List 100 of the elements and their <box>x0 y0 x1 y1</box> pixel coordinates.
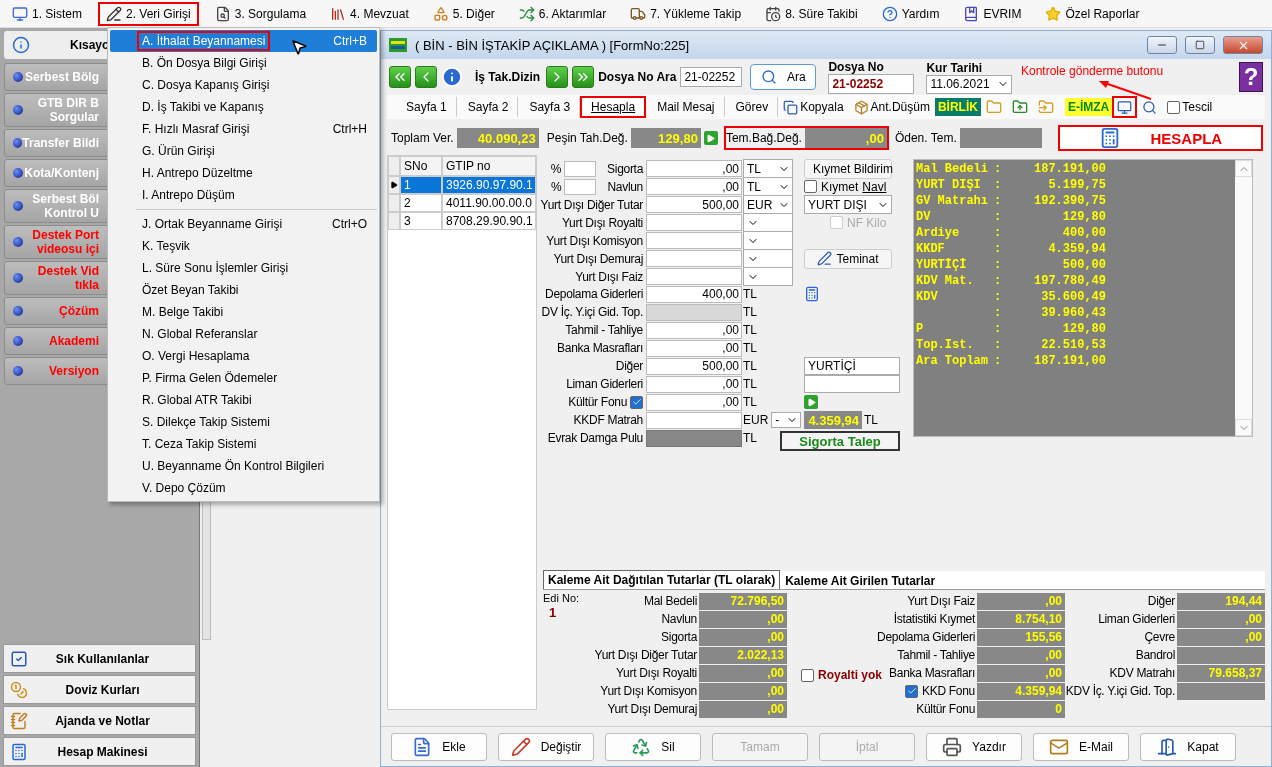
birlik-button[interactable]: BİRLİK <box>934 98 981 116</box>
date-select[interactable]: 11.06.2021 <box>926 74 1013 94</box>
menu-item[interactable]: R. Global ATR Takibi <box>110 389 377 411</box>
copy-button[interactable]: Kopyala <box>778 96 849 118</box>
menu-item[interactable]: 2. Veri Girişi <box>98 1 199 26</box>
info-icon[interactable] <box>441 66 463 88</box>
field-label: Çevre <box>1144 630 1175 644</box>
amount-value: 8.754,10 <box>977 610 1065 628</box>
dosya-no-field[interactable]: 21-02252 <box>828 74 915 94</box>
menu-item[interactable]: T. Ceza Takip Sistemi <box>110 433 377 455</box>
sigorta-talep-button[interactable]: Sigorta Talep <box>780 431 900 451</box>
summary-value: 197.780,49 <box>1033 274 1106 290</box>
sidebar-section-button[interactable]: Doviz Kurları <box>3 675 196 704</box>
amount-field[interactable] <box>646 268 742 285</box>
tab[interactable]: Sayfa 1 <box>395 96 457 118</box>
search-field[interactable]: 21-02252 <box>680 67 743 87</box>
region-select[interactable]: YURT DIŞI <box>804 195 892 214</box>
amount-field[interactable]: ,00 <box>646 178 742 195</box>
navl-link[interactable]: Navl <box>862 179 887 194</box>
text-field[interactable]: YURTİÇİ <box>804 357 900 375</box>
royalti-checkbox[interactable]: Royalti yok <box>801 668 883 682</box>
amount-field[interactable] <box>646 232 742 249</box>
teminat-button[interactable]: Teminat <box>804 248 892 269</box>
action-button[interactable]: Değiştir <box>498 732 594 761</box>
sidebar-section-button[interactable]: Hesap Makinesi <box>3 737 196 766</box>
action-button[interactable]: Kapat <box>1140 732 1236 761</box>
summary-label: DV <box>916 210 932 226</box>
tab[interactable]: Görev <box>724 96 779 118</box>
menu-item[interactable]: S. Dilekçe Takip Sistemi <box>110 411 377 433</box>
ant-dusum-button[interactable]: Ant.Düşüm <box>848 96 935 118</box>
tab[interactable]: Sayfa 2 <box>456 96 519 118</box>
menu-item[interactable]: Özel Raporlar <box>1037 1 1148 26</box>
amount-field[interactable]: 500,00 <box>646 196 742 213</box>
menu-item[interactable]: U. Beyanname Ön Kontrol Bilgileri <box>110 455 377 477</box>
help-button[interactable]: ? <box>1239 62 1263 92</box>
summary-label: Ardiye <box>916 226 961 242</box>
tab[interactable]: Mail Mesaj <box>646 96 725 118</box>
e-imza-button[interactable]: E-İMZA <box>1064 98 1113 116</box>
percent-field[interactable] <box>564 178 597 195</box>
sidebar-section-button[interactable]: Ajanda ve Notlar <box>3 706 196 735</box>
tab[interactable]: Hesapla <box>580 96 647 118</box>
amount-field[interactable] <box>646 214 742 231</box>
amount-field[interactable]: 400,00 <box>646 285 742 303</box>
kiymet-bildirim-button[interactable]: Kıymet Bildirim <box>804 158 892 179</box>
action-button[interactable]: Sil <box>605 732 701 761</box>
menu-item[interactable]: Yardım <box>873 1 948 26</box>
amount-field[interactable]: 500,00 <box>646 357 742 375</box>
amount-field[interactable]: ,00 <box>646 375 742 393</box>
sidebar-section-button[interactable]: Sık Kullanılanlar <box>3 644 196 673</box>
total-label: Tem.Bağ.Değ. <box>725 131 802 145</box>
menu-item[interactable]: 1. Sistem <box>4 1 90 26</box>
scrollbar[interactable] <box>1235 160 1252 436</box>
text-field[interactable] <box>804 375 900 393</box>
grid-row[interactable]: 1 3926.90.97.90.1 <box>388 176 536 194</box>
menu-item[interactable]: 3. Sorgulama <box>206 1 315 26</box>
grid-row[interactable]: 2 4011.90.00.00.0 <box>388 194 536 212</box>
tab[interactable]: Kaleme Ait Dağıtılan Tutarlar (TL olarak) <box>543 570 781 589</box>
percent-field[interactable] <box>564 160 597 177</box>
checkbox[interactable] <box>905 684 919 698</box>
amount-field[interactable] <box>646 250 742 267</box>
amount-field[interactable] <box>646 411 742 429</box>
currency-label: EUR <box>743 413 769 427</box>
kiymet-checkbox[interactable]: Kıymet <box>804 179 859 194</box>
action-button[interactable]: Yazdır <box>926 732 1022 761</box>
close-button[interactable] <box>1223 36 1263 54</box>
ara-button[interactable]: Ara <box>750 64 817 90</box>
menu-item[interactable]: EVRIM <box>955 1 1030 26</box>
amount-field[interactable]: ,00 <box>646 393 742 411</box>
menu-item[interactable]: 8. Süre Takibi <box>757 1 866 26</box>
calculator-icon[interactable] <box>804 286 820 302</box>
monitor-button[interactable] <box>1112 96 1138 118</box>
field-label: Navlun <box>661 612 697 626</box>
amount-field[interactable]: ,00 <box>646 321 742 339</box>
amount-value: 2.022,13 <box>699 646 787 664</box>
minimize-button[interactable] <box>1147 36 1177 54</box>
arrow-button[interactable] <box>703 131 718 145</box>
menu-item[interactable]: 4. Mevzuat <box>322 1 417 26</box>
hesapla-button[interactable]: HESAPLA <box>1057 125 1263 151</box>
action-button[interactable]: E-Mail <box>1033 732 1129 761</box>
currency-select[interactable] <box>743 267 793 286</box>
menu-item[interactable]: 6. Aktarımlar <box>510 1 615 26</box>
maximize-button[interactable] <box>1185 36 1215 54</box>
amount-field[interactable]: ,00 <box>646 339 742 357</box>
currency-label: TL <box>743 323 757 337</box>
next-button[interactable] <box>546 66 569 88</box>
tescil-checkbox[interactable]: Tescil <box>1162 96 1218 118</box>
previous-button[interactable] <box>415 66 437 88</box>
checkbox[interactable] <box>630 395 643 409</box>
first-button[interactable] <box>389 66 411 88</box>
option-select[interactable]: - <box>771 412 802 428</box>
menu-item[interactable]: A. İthalat Beyannamesi Ctrl+B <box>110 30 377 52</box>
action-button[interactable]: Ekle <box>391 732 487 761</box>
arrow-button[interactable] <box>804 395 818 409</box>
last-button[interactable] <box>572 66 595 88</box>
menu-item[interactable]: V. Depo Çözüm <box>110 477 377 499</box>
menu-item[interactable]: 5. Diğer <box>424 1 503 26</box>
grid-row[interactable]: 3 8708.29.90.90.1 <box>388 212 536 230</box>
amount-field[interactable]: ,00 <box>646 160 742 177</box>
menu-item[interactable]: 7. Yükleme Takip <box>622 1 750 26</box>
notebook-icon <box>10 711 28 730</box>
